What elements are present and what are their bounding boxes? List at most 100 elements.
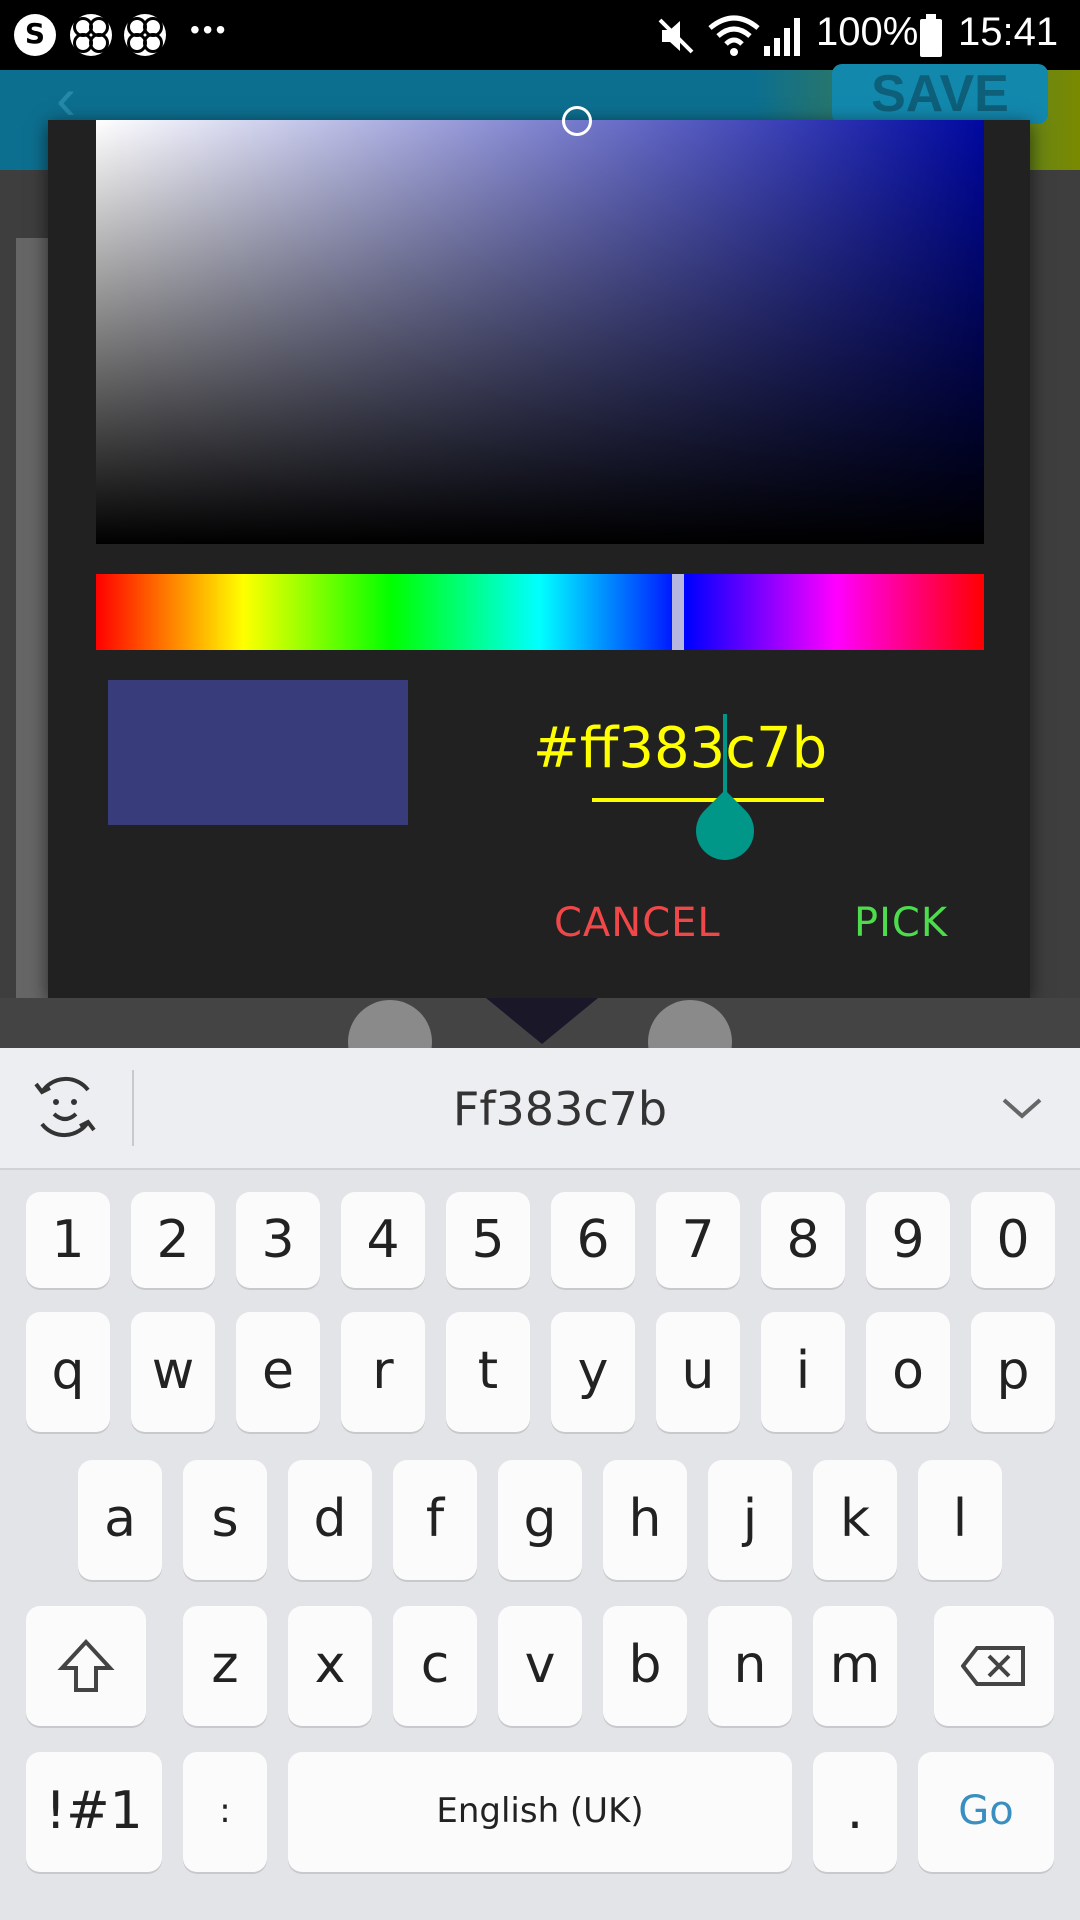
space-key[interactable]: English (UK) [288, 1752, 792, 1872]
key-label: c [420, 1635, 450, 1695]
divider [132, 1070, 134, 1146]
color-preview-swatch [108, 680, 408, 825]
key-label: o [892, 1341, 924, 1401]
chevron-down-icon[interactable] [1000, 1086, 1044, 1130]
save-button[interactable]: SAVE [832, 64, 1048, 124]
key-label: 1 [51, 1210, 85, 1270]
battery-icon [920, 14, 942, 57]
key-c[interactable]: c [393, 1606, 477, 1726]
skype-icon [14, 14, 56, 56]
key-label: 7 [681, 1210, 715, 1270]
color-indicator [486, 998, 598, 1044]
key-o[interactable]: o [866, 1312, 950, 1432]
key-h[interactable]: h [603, 1460, 687, 1580]
key-label: 9 [891, 1210, 925, 1270]
key-i[interactable]: i [761, 1312, 845, 1432]
key-period[interactable]: . [813, 1752, 897, 1872]
backspace-key[interactable] [934, 1606, 1054, 1726]
key-b[interactable]: b [603, 1606, 687, 1726]
key-s[interactable]: s [183, 1460, 267, 1580]
key-g[interactable]: g [498, 1460, 582, 1580]
key-label: m [829, 1635, 881, 1695]
key-a[interactable]: a [78, 1460, 162, 1580]
go-key[interactable]: Go [918, 1752, 1054, 1872]
key-2[interactable]: 2 [131, 1192, 215, 1288]
key-1[interactable]: 1 [26, 1192, 110, 1288]
key-label: d [313, 1489, 347, 1549]
key-r[interactable]: r [341, 1312, 425, 1432]
key-label: n [733, 1635, 767, 1695]
clock: 15:41 [958, 10, 1059, 54]
key-label: 2 [156, 1210, 190, 1270]
key-label: a [104, 1489, 136, 1549]
key-label: !#1 [45, 1781, 143, 1841]
key-n[interactable]: n [708, 1606, 792, 1726]
key-label: t [477, 1341, 499, 1401]
battery-percent: 100% [816, 10, 919, 54]
key-z[interactable]: z [183, 1606, 267, 1726]
key-y[interactable]: y [551, 1312, 635, 1432]
key-v[interactable]: v [498, 1606, 582, 1726]
key-l[interactable]: l [918, 1460, 1002, 1580]
emoji-icon[interactable] [30, 1072, 100, 1142]
key-j[interactable]: j [708, 1460, 792, 1580]
key-8[interactable]: 8 [761, 1192, 845, 1288]
symbols-key[interactable]: !#1 [26, 1752, 162, 1872]
key-label: u [681, 1341, 715, 1401]
save-label: SAVE [871, 65, 1009, 123]
hue-slider-thumb[interactable] [672, 574, 684, 650]
backspace-icon [961, 1646, 1025, 1686]
saturation-value-cursor[interactable] [562, 106, 592, 136]
text-cursor [723, 714, 727, 794]
key-label: 4 [366, 1210, 400, 1270]
key-label: . [846, 1781, 864, 1841]
key-5[interactable]: 5 [446, 1192, 530, 1288]
key-label: s [211, 1489, 239, 1549]
key-label: h [628, 1489, 662, 1549]
key-e[interactable]: e [236, 1312, 320, 1432]
key-label: g [523, 1489, 557, 1549]
key-3[interactable]: 3 [236, 1192, 320, 1288]
wifi-icon [708, 15, 760, 56]
cancel-button[interactable]: CANCEL [554, 900, 721, 946]
shift-key[interactable] [26, 1606, 146, 1726]
key-0[interactable]: 0 [971, 1192, 1055, 1288]
key-label: v [524, 1635, 556, 1695]
key-w[interactable]: w [131, 1312, 215, 1432]
key-label: : [219, 1791, 231, 1831]
key-q[interactable]: q [26, 1312, 110, 1432]
saturation-value-area[interactable] [96, 120, 984, 544]
key-label: y [577, 1341, 609, 1401]
key-label: k [839, 1489, 871, 1549]
key-t[interactable]: t [446, 1312, 530, 1432]
key-label: e [262, 1341, 294, 1401]
clover-icon [124, 14, 166, 56]
key-7[interactable]: 7 [656, 1192, 740, 1288]
word-suggestion[interactable]: Ff383c7b [300, 1082, 820, 1136]
key-x[interactable]: x [288, 1606, 372, 1726]
hue-slider[interactable] [96, 574, 984, 650]
key-4[interactable]: 4 [341, 1192, 425, 1288]
key-u[interactable]: u [656, 1312, 740, 1432]
key-k[interactable]: k [813, 1460, 897, 1580]
key-label: i [795, 1341, 811, 1401]
key-6[interactable]: 6 [551, 1192, 635, 1288]
key-d[interactable]: d [288, 1460, 372, 1580]
key-p[interactable]: p [971, 1312, 1055, 1432]
key-label: r [372, 1341, 394, 1401]
key-label: 8 [786, 1210, 820, 1270]
pick-button[interactable]: PICK [854, 900, 948, 946]
key-label: 5 [471, 1210, 505, 1270]
key-label: b [628, 1635, 662, 1695]
hex-input-underline [592, 798, 824, 802]
key-label: 0 [996, 1210, 1030, 1270]
key-label: w [151, 1341, 195, 1401]
hex-input[interactable]: #ff383c7b [520, 716, 840, 781]
key-m[interactable]: m [813, 1606, 897, 1726]
key-label: j [742, 1489, 758, 1549]
signal-icon [764, 18, 800, 56]
key-9[interactable]: 9 [866, 1192, 950, 1288]
key-f[interactable]: f [393, 1460, 477, 1580]
key-colon[interactable]: : [183, 1752, 267, 1872]
mute-icon [658, 18, 694, 54]
